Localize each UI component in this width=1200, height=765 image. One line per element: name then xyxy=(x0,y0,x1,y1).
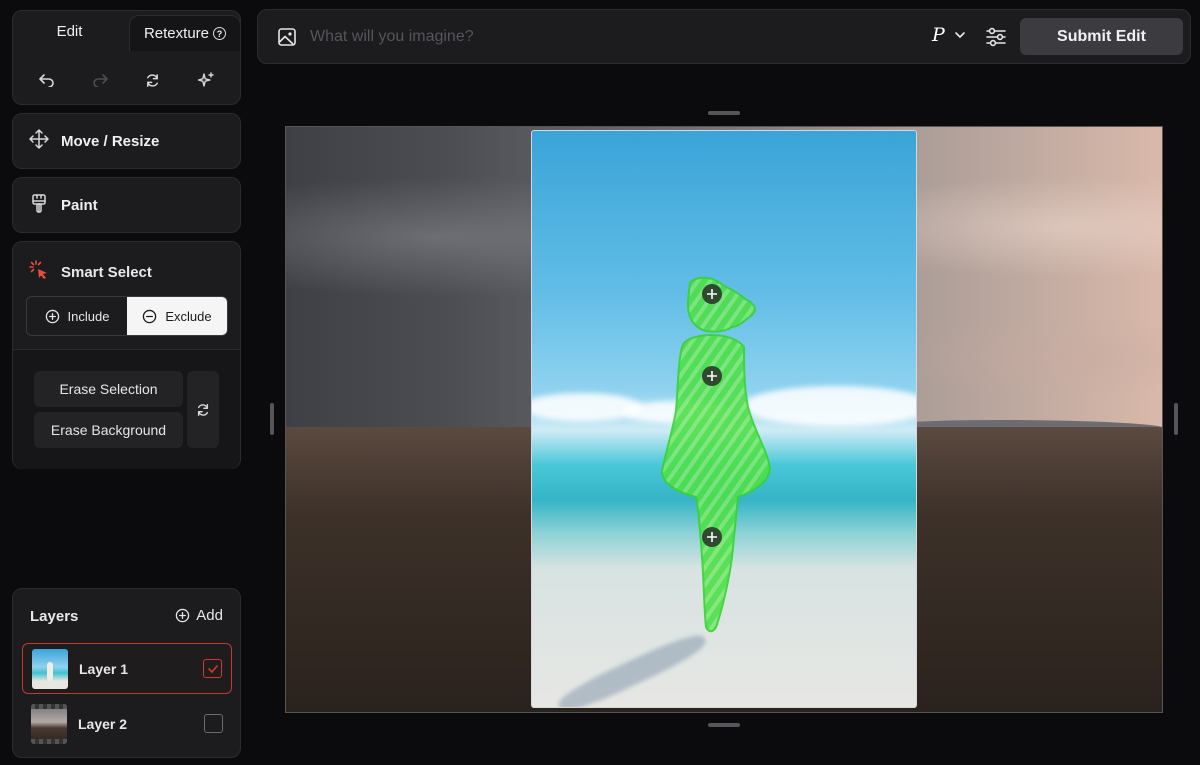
tab-retexture[interactable]: Retexture ? xyxy=(129,15,241,51)
refresh-icon[interactable] xyxy=(137,64,169,96)
edit-panel: Edit Retexture ? xyxy=(12,10,241,105)
prompt-bar: P Submit Edit xyxy=(257,9,1191,64)
exclude-button[interactable]: Exclude xyxy=(127,297,227,335)
erase-background-button[interactable]: Erase Background xyxy=(34,412,183,448)
add-layer-label: Add xyxy=(196,607,223,624)
move-resize-tool[interactable]: Move / Resize xyxy=(12,113,241,169)
layer-thumbnail xyxy=(31,703,67,744)
include-exclude-toggle: Include Exclude xyxy=(26,296,228,336)
tab-edit[interactable]: Edit xyxy=(13,11,126,51)
selection-mask xyxy=(660,276,772,633)
layer-name: Layer 2 xyxy=(78,715,128,732)
selection-actions: Erase Selection Erase Background xyxy=(13,349,240,469)
smart-select-panel: Smart Select Include Exclude Erase Selec… xyxy=(12,241,241,469)
prompt-input[interactable] xyxy=(310,23,870,51)
mode-tabs: Edit Retexture ? xyxy=(13,11,241,51)
move-resize-label: Move / Resize xyxy=(61,132,160,150)
sparkle-icon[interactable] xyxy=(190,64,222,96)
layer-row[interactable]: Layer 2 xyxy=(22,698,232,749)
smart-select-label: Smart Select xyxy=(61,263,152,281)
layer-thumbnail xyxy=(32,648,68,689)
selected-layer-image[interactable] xyxy=(531,130,917,708)
layers-panel: Layers Add Layer 1 Layer 2 xyxy=(12,588,241,758)
submit-edit-button[interactable]: Submit Edit xyxy=(1020,18,1183,55)
resize-handle-right[interactable] xyxy=(1174,403,1178,435)
model-selector[interactable]: P xyxy=(932,24,965,46)
refresh-icon xyxy=(197,403,209,416)
plus-circle-icon xyxy=(176,608,190,623)
sliders-icon[interactable] xyxy=(985,26,1007,53)
check-icon xyxy=(207,664,218,673)
layer-visibility-checkbox[interactable] xyxy=(204,714,223,733)
smart-select-header[interactable]: Smart Select xyxy=(29,260,152,284)
redo-icon[interactable] xyxy=(84,64,116,96)
help-icon[interactable]: ? xyxy=(213,27,227,40)
chevron-down-icon xyxy=(954,31,965,38)
tab-retexture-label: Retexture xyxy=(143,25,210,42)
plus-circle-icon xyxy=(45,309,59,323)
smart-select-icon xyxy=(29,260,49,284)
layer-row[interactable]: Layer 1 xyxy=(22,643,232,694)
erase-selection-button[interactable]: Erase Selection xyxy=(34,371,183,407)
include-label: Include xyxy=(67,308,110,324)
paint-brush-icon xyxy=(29,193,49,217)
swap-selection-button[interactable] xyxy=(187,371,219,448)
resize-handle-bottom[interactable] xyxy=(708,723,740,727)
layer-visibility-checkbox[interactable] xyxy=(203,659,222,678)
resize-handle-top[interactable] xyxy=(708,111,740,115)
resize-handle-left[interactable] xyxy=(270,403,274,435)
paint-label: Paint xyxy=(61,196,98,214)
add-layer-button[interactable]: Add xyxy=(175,607,223,624)
include-button[interactable]: Include xyxy=(27,297,127,335)
move-icon xyxy=(29,129,49,153)
canvas[interactable] xyxy=(285,126,1163,713)
minus-circle-icon xyxy=(143,309,157,323)
image-icon[interactable] xyxy=(277,27,297,52)
layers-title: Layers xyxy=(30,608,79,625)
exclude-label: Exclude xyxy=(165,308,212,324)
undo-icon[interactable] xyxy=(31,64,63,96)
layer-name: Layer 1 xyxy=(79,660,129,677)
paint-tool[interactable]: Paint xyxy=(12,177,241,233)
model-label: P xyxy=(932,24,945,46)
history-toolbar xyxy=(13,63,240,97)
